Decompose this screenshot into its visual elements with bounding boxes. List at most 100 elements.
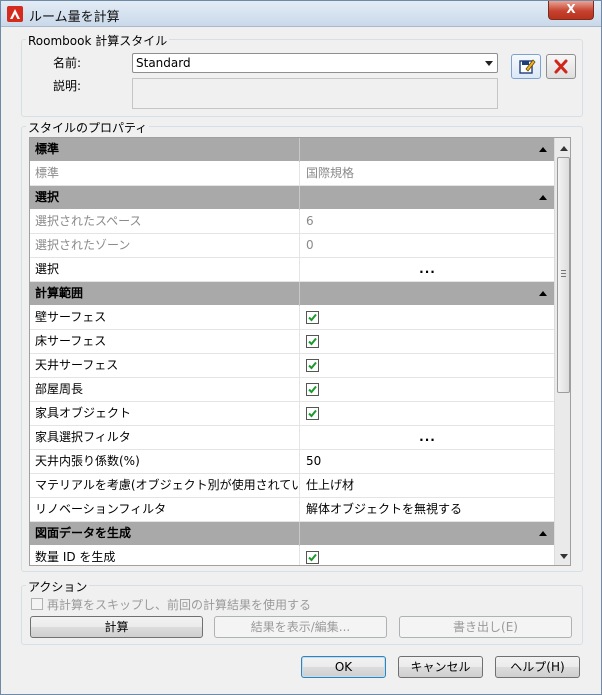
style-name-dropdown[interactable]: Standard	[132, 53, 498, 73]
property-value	[301, 138, 554, 162]
property-name: 家具オブジェクト	[30, 402, 300, 426]
skip-recalc-checkbox[interactable]	[31, 598, 43, 610]
edit-style-button[interactable]	[511, 54, 541, 79]
property-grid-rows: 標準 標準 国際規格 選択 選択されたスペース 6 選択されたゾーン 0 選択... 計算範囲 壁サ…	[30, 138, 554, 565]
property-value[interactable]	[301, 546, 554, 565]
description-label: 説明:	[53, 79, 82, 93]
chevron-down-icon	[485, 61, 493, 66]
property-value[interactable]: 解体オブジェクトを無視する	[301, 498, 554, 522]
checkbox[interactable]	[306, 335, 319, 348]
export-button[interactable]: 書き出し(E)	[399, 616, 572, 638]
property-value[interactable]	[301, 330, 554, 354]
cancel-button[interactable]: キャンセル	[398, 656, 483, 678]
property-name: 家具選択フィルタ	[30, 426, 300, 450]
property-row[interactable]: 壁サーフェス	[30, 306, 554, 330]
property-value	[301, 522, 554, 546]
title-bar: ルーム量を計算 X	[1, 1, 601, 27]
autocad-a-icon	[7, 6, 23, 22]
name-label: 名前:	[53, 56, 82, 70]
property-name: 部屋周長	[30, 378, 300, 402]
checkbox[interactable]	[306, 359, 319, 372]
show-results-button[interactable]: 結果を表示/編集...	[214, 616, 387, 638]
help-button[interactable]: ヘルプ(H)	[495, 656, 580, 678]
property-row[interactable]: リノベーションフィルタ 解体オブジェクトを無視する	[30, 498, 554, 522]
property-row[interactable]: 選択...	[30, 258, 554, 282]
category-label: 計算範囲	[30, 282, 300, 306]
dialog-window: ルーム量を計算 X Roombook 計算スタイル 名前: Standard 説…	[0, 0, 602, 695]
property-name: 壁サーフェス	[30, 306, 300, 330]
scroll-down-button[interactable]	[555, 548, 570, 565]
property-row[interactable]: 選択されたゾーン 0	[30, 234, 554, 258]
property-value[interactable]: ...	[301, 258, 554, 282]
property-name: 選択されたスペース	[30, 210, 300, 234]
property-value[interactable]: 50	[301, 450, 554, 474]
checkbox[interactable]	[306, 311, 319, 324]
category-row[interactable]: 標準	[30, 138, 554, 162]
property-value[interactable]	[301, 306, 554, 330]
window-close-button[interactable]: X	[548, 1, 594, 20]
property-row[interactable]: 数量 ID を生成	[30, 546, 554, 565]
property-name: 床サーフェス	[30, 330, 300, 354]
scroll-thumb[interactable]	[557, 157, 570, 393]
checkbox[interactable]	[306, 383, 319, 396]
category-row[interactable]: 計算範囲	[30, 282, 554, 306]
property-row[interactable]: 家具選択フィルタ...	[30, 426, 554, 450]
delete-x-icon	[554, 59, 568, 74]
checkmark-icon	[308, 385, 317, 394]
property-row[interactable]: 家具オブジェクト	[30, 402, 554, 426]
property-row[interactable]: 部屋周長	[30, 378, 554, 402]
category-label: 図面データを生成	[30, 522, 300, 546]
checkmark-icon	[308, 361, 317, 370]
arrow-up-icon	[560, 146, 568, 151]
property-row[interactable]: 選択されたスペース 6	[30, 210, 554, 234]
category-label: 標準	[30, 138, 300, 162]
checkmark-icon	[308, 409, 317, 418]
property-name: 選択されたゾーン	[30, 234, 300, 258]
property-name: 選択	[30, 258, 300, 282]
property-value	[301, 282, 554, 306]
property-name: 天井内張り係数(%)	[30, 450, 300, 474]
ellipsis-button[interactable]: ...	[306, 426, 554, 449]
category-row[interactable]: 図面データを生成	[30, 522, 554, 546]
property-value[interactable]	[301, 354, 554, 378]
ok-button[interactable]: OK	[301, 656, 386, 678]
property-row[interactable]: 標準 国際規格	[30, 162, 554, 186]
delete-style-button[interactable]	[546, 54, 576, 79]
checkbox[interactable]	[306, 551, 319, 564]
checkmark-icon	[308, 337, 317, 346]
properties-group-label: スタイルのプロパティ	[26, 119, 150, 136]
skip-recalc-label: 再計算をスキップし、前回の計算結果を使用する	[47, 598, 312, 612]
grip-icon	[561, 270, 566, 277]
property-value[interactable]: 仕上げ材	[301, 474, 554, 498]
property-value: 6	[306, 214, 314, 228]
property-value[interactable]: ...	[301, 426, 554, 450]
property-name: リノベーションフィルタ	[30, 498, 300, 522]
checkbox[interactable]	[306, 407, 319, 420]
property-value: 国際規格	[306, 166, 355, 180]
property-name: 数量 ID を生成	[30, 546, 300, 565]
property-row[interactable]: 天井サーフェス	[30, 354, 554, 378]
property-name: 天井サーフェス	[30, 354, 300, 378]
scroll-up-button[interactable]	[555, 140, 570, 157]
checkmark-icon	[308, 313, 317, 322]
property-grid-scrollbar[interactable]	[554, 138, 570, 565]
property-value[interactable]	[301, 402, 554, 426]
category-row[interactable]: 選択	[30, 186, 554, 210]
property-row[interactable]: 床サーフェス	[30, 330, 554, 354]
property-name: マテリアルを考慮(オブジェクト別が使用されてい	[30, 474, 300, 498]
checkmark-icon	[308, 553, 317, 562]
description-field[interactable]	[132, 78, 498, 109]
property-value[interactable]	[301, 378, 554, 402]
property-row[interactable]: マテリアルを考慮(オブジェクト別が使用されてい 仕上げ材	[30, 474, 554, 498]
category-label: 選択	[30, 186, 300, 210]
ellipsis-button[interactable]: ...	[306, 258, 554, 281]
arrow-down-icon	[560, 554, 568, 559]
window-title: ルーム量を計算	[29, 10, 120, 25]
property-value	[301, 186, 554, 210]
property-value: 0	[306, 238, 314, 252]
style-name-value: Standard	[136, 56, 191, 70]
calculate-button[interactable]: 計算	[30, 616, 203, 638]
property-row[interactable]: 天井内張り係数(%) 50	[30, 450, 554, 474]
edit-style-icon	[519, 59, 536, 74]
property-grid[interactable]: 標準 標準 国際規格 選択 選択されたスペース 6 選択されたゾーン 0 選択... 計算範囲 壁サ…	[29, 137, 571, 566]
